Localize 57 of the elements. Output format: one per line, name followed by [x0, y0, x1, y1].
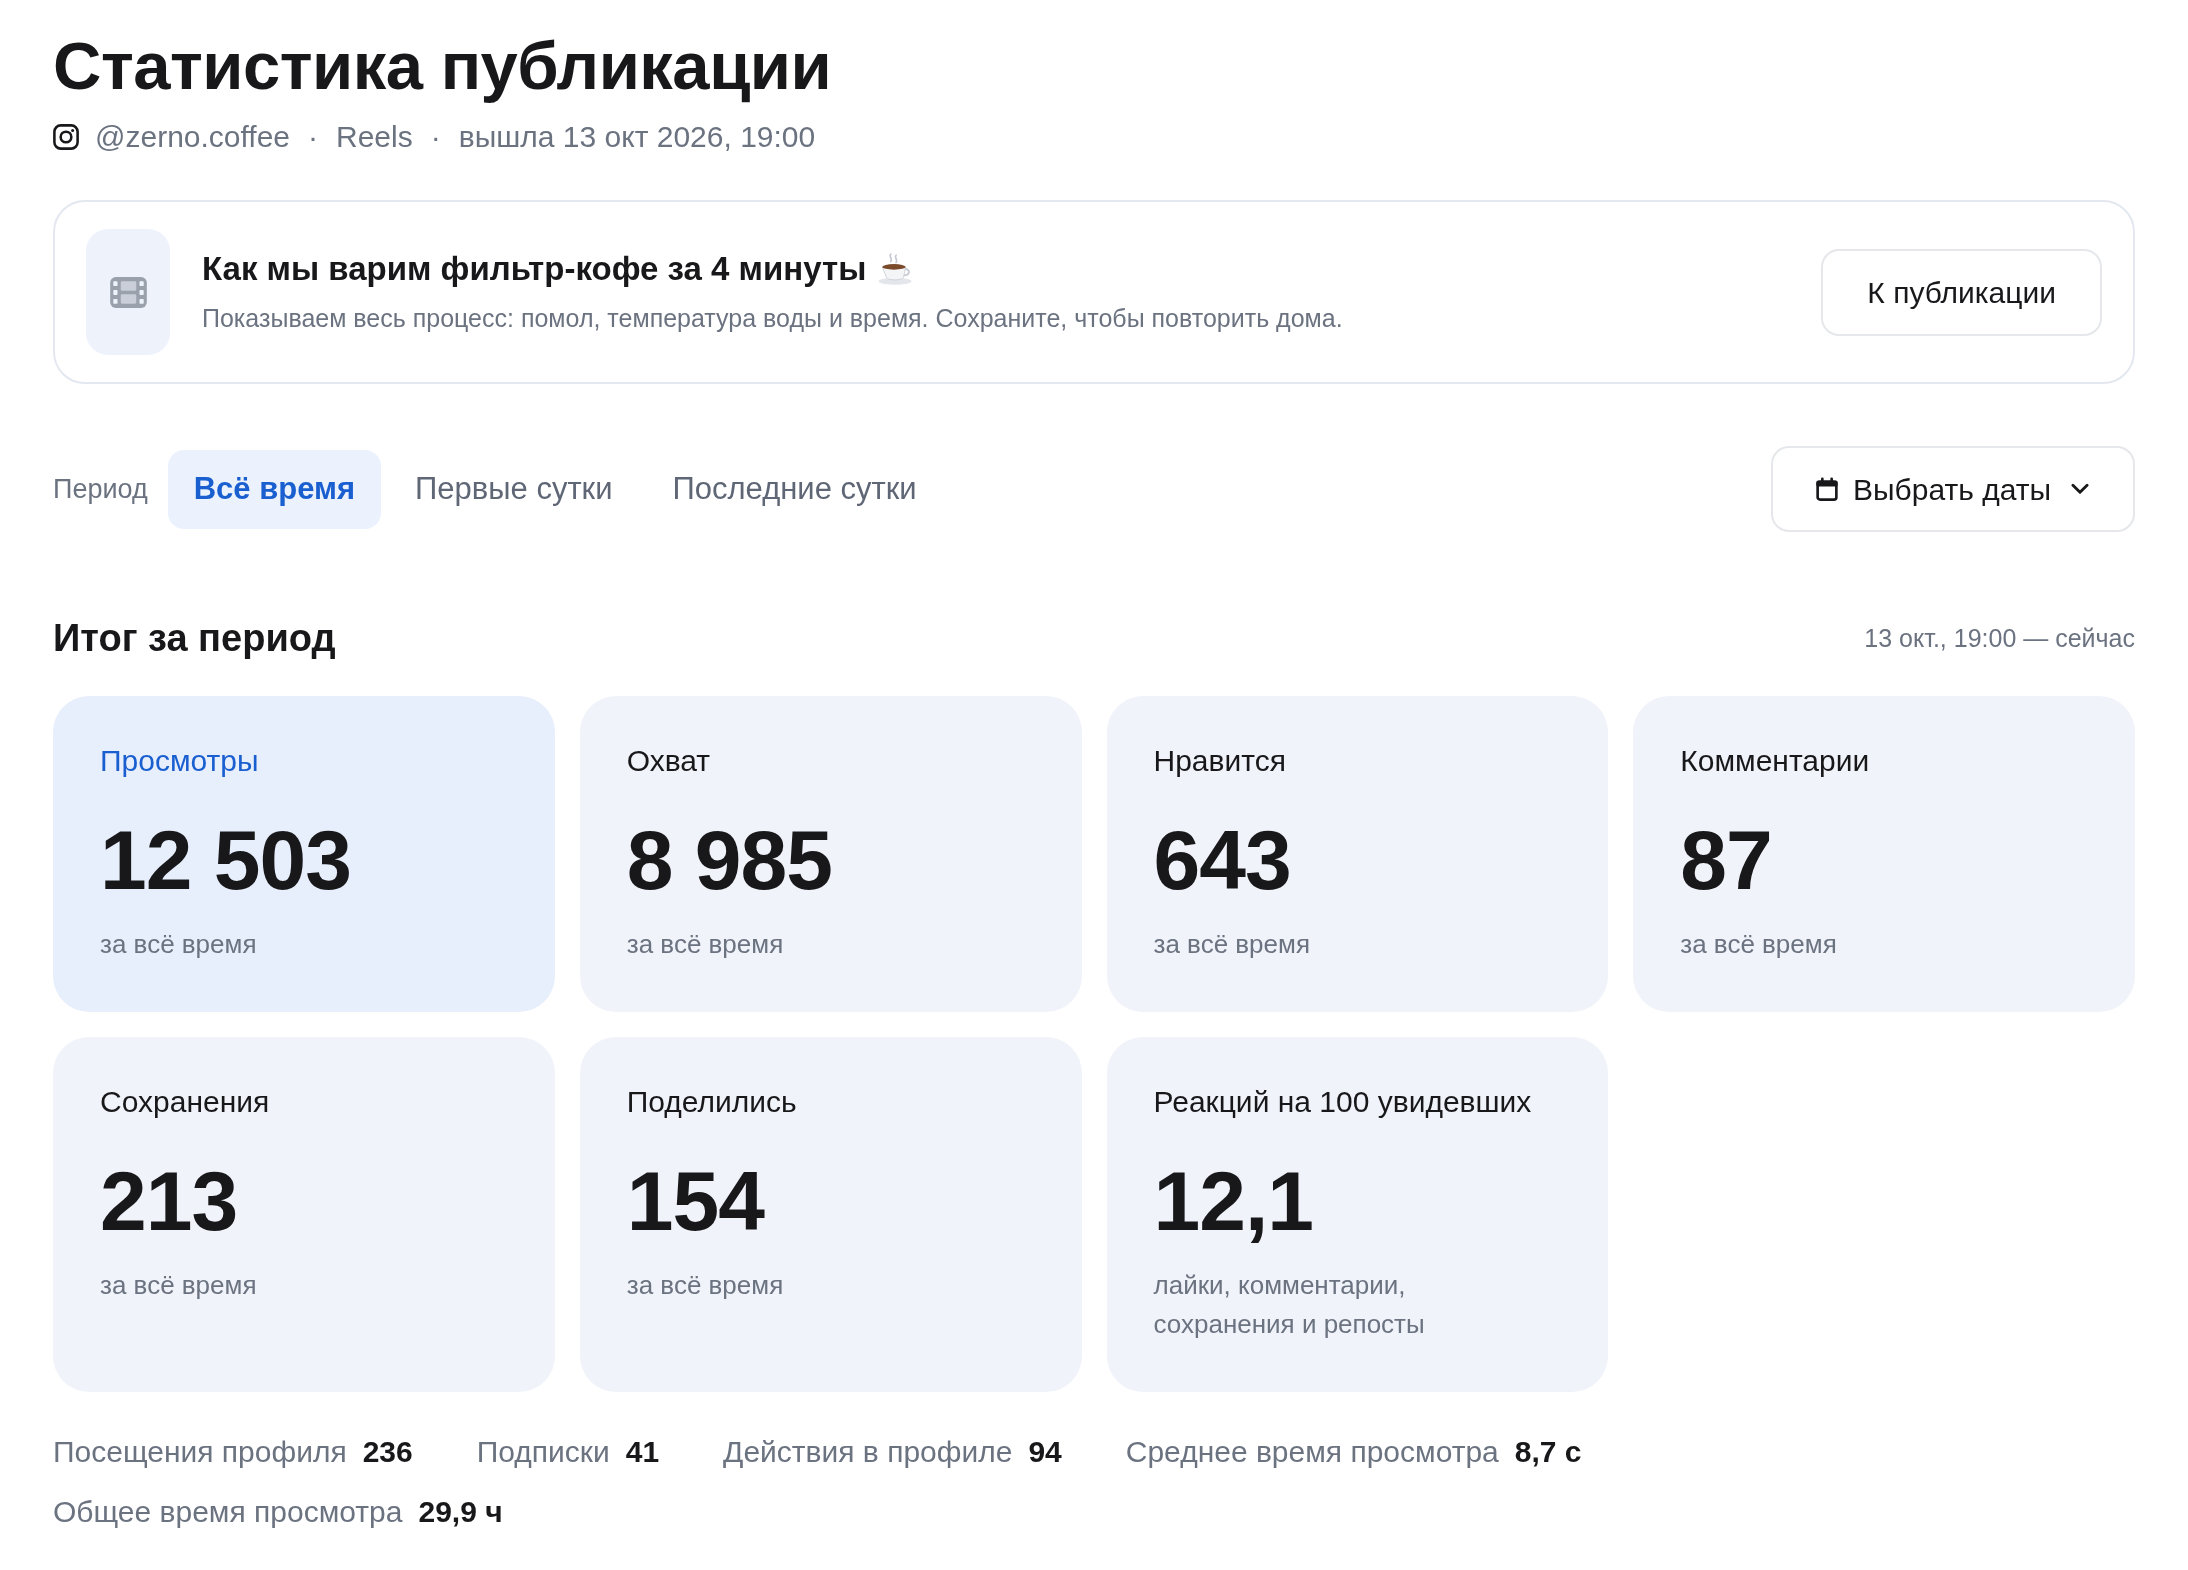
metric-label: Охват — [626, 743, 712, 779]
metric-label: Нравится — [1153, 743, 1287, 779]
metric-value: 154 — [626, 1159, 766, 1243]
metric-label: Просмотры — [100, 743, 260, 779]
post-title: Как мы варим фильтр-кофе за 4 минуты — [202, 248, 867, 289]
stat-label: Среднее время просмотра — [1125, 1434, 1499, 1470]
stat-value: 236 — [362, 1434, 413, 1470]
camera-icon — [53, 124, 79, 151]
metric-value: 213 — [100, 1159, 239, 1243]
post-format: Reels — [336, 119, 413, 156]
metric-value: 87 — [1680, 818, 1773, 902]
metric-note: за всё время — [100, 928, 258, 961]
period-label: Период — [53, 473, 148, 507]
metric-note: лайки, комментарии, сохранения и репосты — [1153, 1269, 1426, 1341]
stat-label: Подписки — [476, 1434, 610, 1470]
metric-card[interactable]: Комментарии 87 за всё время — [1633, 696, 2135, 1012]
publish-date: вышла 13 окт 2026, 19:00 — [458, 119, 816, 156]
metric-card[interactable]: Просмотры 12 503 за всё время — [53, 696, 555, 1012]
date-range: 13 окт., 19:00 — сейчас — [1864, 623, 2135, 655]
film-icon — [109, 276, 147, 308]
stat-value: 29,9 ч — [418, 1494, 503, 1530]
metric-value: 12 503 — [100, 818, 352, 902]
metric-note: за всё время — [1153, 928, 1311, 961]
separator-dot: · — [429, 119, 442, 156]
metric-label: Сохранения — [100, 1084, 271, 1120]
metric-label: Поделились — [626, 1084, 798, 1120]
metric-card[interactable]: Реакций на 100 увидевших 12,1 лайки, комментарии, сохранения и репосты — [1106, 1037, 1609, 1392]
metric-card[interactable]: Поделились 154 за всё время — [579, 1037, 1082, 1392]
stat-value: 41 — [625, 1434, 660, 1470]
separator-dot: · — [307, 119, 319, 156]
section-title: Итог за период — [53, 616, 336, 662]
stat-label: Действия в профиле — [723, 1434, 1013, 1470]
metric-note: за всё время — [626, 1269, 785, 1302]
period-tab[interactable]: Всё время — [167, 449, 382, 529]
account-handle: @zerno.coffee — [95, 119, 290, 156]
open-post-button[interactable]: К публикации — [1821, 248, 2102, 336]
metric-value: 643 — [1153, 818, 1292, 902]
metric-card[interactable]: Нравится 643 за всё время — [1106, 696, 1609, 1012]
page-title: Статистика публикации — [53, 27, 833, 105]
date-picker-button[interactable]: Выбрать даты — [1771, 446, 2135, 533]
stat-value: 8,7 с — [1514, 1434, 1582, 1470]
coffee-cup-icon — [878, 253, 913, 286]
metric-value: 12,1 — [1153, 1159, 1314, 1243]
metric-card[interactable]: Сохранения 213 за всё время — [53, 1037, 555, 1392]
metric-label: Реакций на 100 увидевших — [1153, 1084, 1533, 1120]
stat-label: Общее время просмотра — [53, 1494, 403, 1530]
stat-value: 94 — [1028, 1434, 1062, 1470]
metric-label: Комментарии — [1680, 743, 1871, 779]
stat-label: Посещения профиля — [53, 1434, 347, 1470]
metric-note: за всё время — [1680, 928, 1838, 961]
metric-card[interactable]: Охват 8 985 за всё время — [579, 696, 1082, 1012]
metric-value: 8 985 — [626, 818, 833, 902]
post-description: Показываем весь процесс: помол, температура воды и время. Сохраните, чтобы повторить дома. — [202, 302, 1344, 334]
metric-note: за всё время — [626, 928, 785, 961]
chevron-down-icon — [2071, 483, 2089, 496]
calendar-icon — [1815, 477, 1839, 502]
metric-note: за всё время — [100, 1269, 258, 1302]
